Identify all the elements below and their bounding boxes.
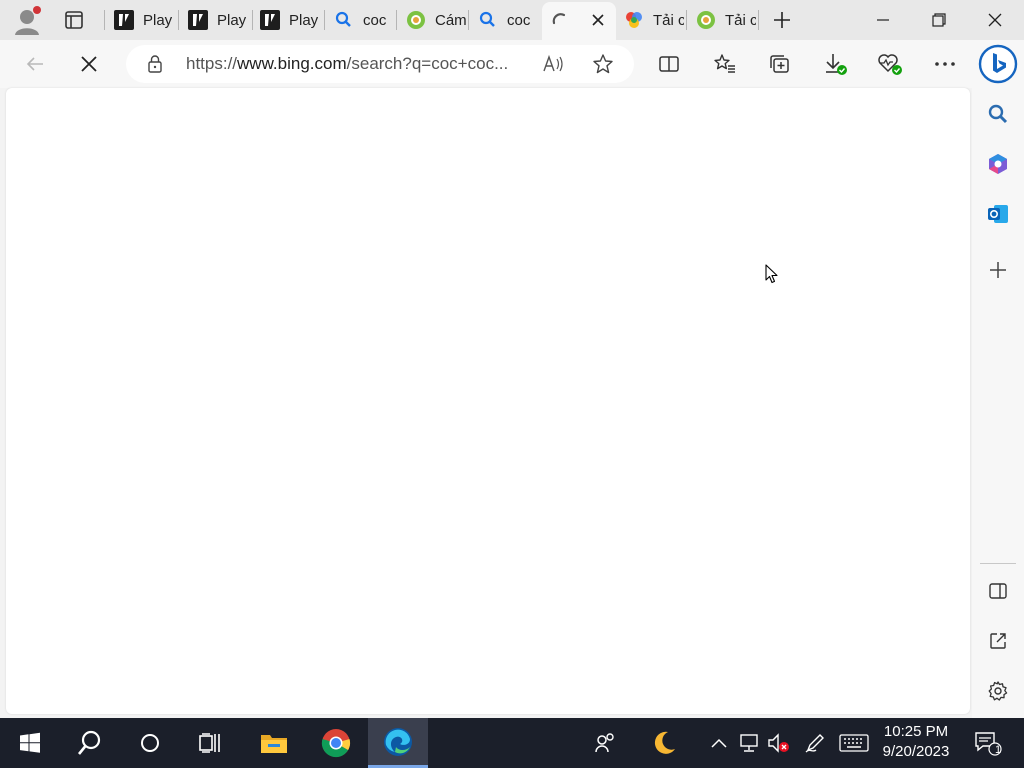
edge-sidebar <box>972 88 1024 718</box>
tab-strip: Play Play Play coc Cám coc Tải c Tải c <box>0 0 1024 40</box>
windows-start-icon[interactable] <box>0 718 60 768</box>
read-aloud-icon[interactable] <box>542 54 566 79</box>
favorite-star-icon[interactable] <box>592 53 614 80</box>
url-host: www.bing.com <box>237 54 347 73</box>
browser-essentials-icon[interactable] <box>873 48 907 80</box>
favorites-icon[interactable] <box>708 48 742 80</box>
tab-separator <box>468 10 469 30</box>
action-center-icon[interactable]: 1 <box>968 718 1008 768</box>
restore-icon[interactable] <box>910 0 968 40</box>
volume-muted-icon[interactable] <box>766 718 792 768</box>
tab-separator <box>686 10 687 30</box>
more-options-icon[interactable] <box>928 48 962 80</box>
touch-keyboard-icon[interactable] <box>838 718 870 768</box>
coccoc-favicon-icon <box>406 10 426 30</box>
play-favicon-icon <box>260 10 280 30</box>
browser-tab[interactable]: Cám <box>398 4 466 36</box>
tab-title: Play <box>143 11 173 29</box>
url-text[interactable]: https://www.bing.com/search?q=coc+coc... <box>186 54 526 74</box>
sidebar-settings-gear-icon[interactable] <box>982 675 1014 707</box>
tab-title: Play <box>289 11 319 29</box>
address-bar[interactable]: https://www.bing.com/search?q=coc+coc... <box>126 45 634 83</box>
bing-copilot-icon[interactable] <box>978 44 1018 84</box>
pen-workspace-icon[interactable] <box>802 718 828 768</box>
windows-taskbar: 10:25 PM 9/20/2023 1 <box>0 718 1024 768</box>
web-page-content[interactable] <box>6 88 970 714</box>
file-explorer-icon[interactable] <box>244 718 304 768</box>
tab-title: coc <box>363 11 387 29</box>
cortana-icon[interactable] <box>120 718 180 768</box>
microsoft-365-icon[interactable] <box>982 148 1014 180</box>
tab-title: coc <box>507 11 531 29</box>
tab-title: Tải c <box>653 11 684 29</box>
mouse-cursor-icon <box>765 264 779 289</box>
colorful-favicon-icon <box>624 10 644 30</box>
show-hidden-icons-chevron-icon[interactable] <box>708 718 730 768</box>
tab-separator <box>396 10 397 30</box>
task-view-icon[interactable] <box>180 718 240 768</box>
tab-title: Play <box>217 11 247 29</box>
tab-title: Cám <box>435 11 466 29</box>
tab-separator <box>758 10 759 30</box>
hide-sidebar-icon[interactable] <box>982 575 1014 607</box>
edge-taskbar-icon[interactable] <box>368 718 428 768</box>
tab-actions-menu-icon[interactable] <box>56 6 92 34</box>
browser-tab[interactable]: coc <box>470 4 540 36</box>
loading-spinner-icon <box>550 11 570 31</box>
sidebar-separator <box>980 563 1016 564</box>
tab-title: Tải c <box>725 11 756 29</box>
play-favicon-icon <box>188 10 208 30</box>
taskbar-search-icon[interactable] <box>60 718 120 768</box>
taskbar-clock[interactable]: 10:25 PM 9/20/2023 <box>876 722 956 762</box>
tab-separator <box>104 10 105 30</box>
close-window-icon[interactable] <box>966 0 1024 40</box>
clock-time: 10:25 PM <box>883 723 949 740</box>
search-favicon-icon <box>478 10 498 30</box>
browser-tab[interactable]: Play <box>106 4 176 36</box>
coccoc-favicon-icon <box>696 10 716 30</box>
browser-tab[interactable]: Play <box>180 4 250 36</box>
browser-tab[interactable]: Tải c <box>688 4 756 36</box>
people-icon[interactable] <box>590 718 620 768</box>
add-sidebar-app-icon[interactable] <box>982 254 1014 286</box>
browser-tab[interactable]: Tải c <box>616 4 684 36</box>
collections-icon[interactable] <box>763 48 797 80</box>
close-tab-icon[interactable] <box>588 10 608 30</box>
play-favicon-icon <box>114 10 134 30</box>
network-icon[interactable] <box>736 718 762 768</box>
minimize-icon[interactable] <box>854 0 912 40</box>
new-tab-icon[interactable] <box>766 5 798 35</box>
downloads-icon[interactable] <box>818 48 852 80</box>
stop-loading-icon[interactable] <box>72 48 106 80</box>
sidebar-search-icon[interactable] <box>982 98 1014 130</box>
url-scheme: https:// <box>186 54 238 73</box>
clock-date: 9/20/2023 <box>882 743 950 760</box>
back-arrow-icon[interactable] <box>18 48 52 80</box>
screen: Play Play Play coc Cám coc Tải c Tải c h… <box>0 0 1024 768</box>
profile-avatar-icon[interactable] <box>10 4 44 38</box>
night-light-moon-icon[interactable] <box>648 718 680 768</box>
browser-tab-active[interactable] <box>542 2 616 40</box>
tab-separator <box>324 10 325 30</box>
search-favicon-icon <box>334 10 354 30</box>
split-screen-icon[interactable] <box>652 48 686 80</box>
navigation-toolbar: https://www.bing.com/search?q=coc+coc... <box>0 40 1024 88</box>
lock-icon[interactable] <box>146 54 164 79</box>
chrome-icon[interactable] <box>306 718 366 768</box>
tab-separator <box>178 10 179 30</box>
url-path: /search?q=coc+coc... <box>346 54 509 73</box>
browser-tab[interactable]: Play <box>252 4 322 36</box>
open-external-icon[interactable] <box>982 625 1014 657</box>
notification-count-badge: 1 <box>994 744 1002 756</box>
browser-tab[interactable]: coc <box>326 4 394 36</box>
outlook-icon[interactable] <box>982 198 1014 230</box>
